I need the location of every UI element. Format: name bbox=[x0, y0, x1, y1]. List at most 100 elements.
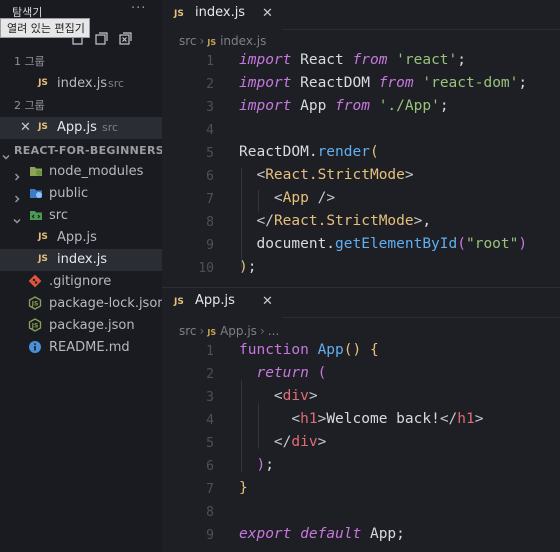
tree-item-node-modules[interactable]: node_modules bbox=[0, 161, 162, 183]
tree-item-app-js[interactable]: JS App.js bbox=[0, 227, 162, 249]
tree-item-label: App.js bbox=[57, 230, 97, 245]
code-line: import App from './App'; bbox=[239, 98, 449, 114]
breadcrumb-folder[interactable]: src bbox=[179, 324, 197, 338]
chevron-right-icon bbox=[13, 167, 21, 181]
line-number: 5 bbox=[206, 146, 214, 161]
explorer-sidebar: 탐색기 ··· 열려 있는 편집기 1 그룹 JS index.js src 2… bbox=[0, 0, 162, 552]
tree-item-gitignore[interactable]: .gitignore bbox=[0, 271, 162, 293]
code-token: ) bbox=[256, 457, 266, 473]
breadcrumb-folder[interactable]: src bbox=[179, 34, 197, 48]
project-name: REACT-FOR-BEGINNERS bbox=[14, 144, 162, 157]
breadcrumb: src › JS App.js ›... bbox=[162, 320, 560, 342]
line-number: 2 bbox=[206, 367, 214, 382]
code-token: > bbox=[308, 388, 318, 404]
code-token: </ bbox=[273, 434, 292, 450]
js-file-icon: JS bbox=[38, 122, 48, 132]
tree-item-package-json[interactable]: JS package.json bbox=[0, 315, 162, 337]
line-number: 10 bbox=[198, 261, 214, 276]
js-file-icon: JS bbox=[174, 9, 184, 19]
code-token: < bbox=[291, 411, 301, 427]
code-token: React bbox=[291, 52, 353, 68]
code-line: ); bbox=[239, 457, 273, 473]
tree-item-readme-md[interactable]: README.md bbox=[0, 337, 162, 359]
code-line: </div> bbox=[239, 434, 326, 450]
code-token: , bbox=[422, 213, 432, 229]
breadcrumb-separator: › bbox=[259, 324, 265, 338]
git-icon bbox=[28, 274, 42, 288]
line-number: 8 bbox=[206, 215, 214, 230]
code-token: ) bbox=[518, 236, 528, 252]
code-token: < bbox=[256, 167, 266, 183]
svg-text:JS: JS bbox=[31, 323, 39, 330]
editor-2-tabbar: JS App.js ✕ bbox=[162, 288, 560, 318]
save-all-icon[interactable] bbox=[94, 31, 109, 46]
code-token: return bbox=[256, 365, 309, 381]
code-token: < bbox=[273, 388, 283, 404]
code-line: <div> bbox=[239, 388, 318, 404]
open-editor-folder: src bbox=[108, 77, 125, 90]
chevron-right-icon bbox=[13, 189, 21, 203]
code-token: ; bbox=[439, 98, 449, 114]
open-editor-index-js[interactable]: JS index.js src bbox=[0, 73, 162, 95]
breadcrumb-more[interactable]: ... bbox=[268, 324, 279, 338]
close-editor-icon[interactable]: ✕ bbox=[20, 117, 31, 139]
breadcrumb-file[interactable]: App.js bbox=[220, 324, 257, 338]
line-number: 6 bbox=[206, 169, 214, 184]
code-token: App bbox=[291, 98, 336, 114]
line-number: 1 bbox=[206, 54, 214, 69]
tree-item-label: node_modules bbox=[49, 164, 144, 179]
code-token: './App' bbox=[378, 98, 440, 114]
code-line: } bbox=[239, 480, 248, 496]
breadcrumb-separator: › bbox=[199, 34, 205, 48]
js-file-icon: JS bbox=[38, 254, 48, 264]
code-token: "root" bbox=[465, 236, 519, 252]
line-number: 5 bbox=[206, 436, 214, 451]
code-token: </ bbox=[439, 411, 458, 427]
code-token: App bbox=[317, 342, 344, 358]
project-section-header[interactable]: REACT-FOR-BEGINNERS bbox=[0, 140, 162, 162]
code-token: getElementById bbox=[335, 236, 458, 252]
code-token: > bbox=[317, 434, 327, 450]
tab-app-js[interactable]: JS App.js ✕ bbox=[162, 288, 282, 318]
breadcrumb: src › JS index.js bbox=[162, 30, 560, 52]
code-line: <h1>Welcome back!</h1> bbox=[239, 411, 483, 427]
code-token: App bbox=[282, 190, 309, 206]
code-token: import bbox=[239, 98, 292, 114]
code-token: ( bbox=[369, 144, 379, 160]
code-token: < bbox=[273, 190, 283, 206]
tree-item-package-lock-json[interactable]: JS package-lock.json bbox=[0, 293, 162, 315]
code-token: render bbox=[317, 144, 370, 160]
code-token: from bbox=[378, 75, 414, 91]
code-token: /> bbox=[308, 190, 336, 206]
tree-item-src[interactable]: src bbox=[0, 205, 162, 227]
code-token: from bbox=[335, 98, 370, 114]
code-token: import bbox=[239, 52, 292, 68]
tab-label: App.js bbox=[195, 293, 235, 308]
close-tab-icon[interactable]: ✕ bbox=[262, 6, 273, 21]
tree-item-public[interactable]: public bbox=[0, 183, 162, 205]
code-token: 'react' bbox=[396, 52, 458, 68]
line-number: 9 bbox=[206, 528, 214, 543]
close-all-icon[interactable] bbox=[118, 31, 133, 46]
close-tab-icon[interactable]: ✕ bbox=[262, 294, 273, 309]
code-token: > bbox=[404, 167, 414, 183]
tab-index-js[interactable]: JS index.js ✕ bbox=[162, 0, 282, 30]
line-number: 4 bbox=[206, 413, 214, 428]
breadcrumb-file[interactable]: index.js bbox=[220, 34, 266, 48]
code-line: function App() { bbox=[239, 342, 379, 358]
tree-item-index-js[interactable]: JS index.js bbox=[0, 249, 162, 271]
js-file-icon: JS bbox=[38, 78, 48, 88]
js-file-icon: JS bbox=[38, 232, 48, 242]
open-editor-app-js[interactable]: ✕ JS App.js src bbox=[0, 117, 162, 139]
tree-item-label: package-lock.json bbox=[49, 296, 162, 311]
tab-label: index.js bbox=[195, 5, 246, 20]
js-file-icon: JS bbox=[207, 328, 217, 337]
indent-guide bbox=[241, 380, 242, 472]
js-file-icon: JS bbox=[174, 297, 184, 307]
code-line: ReactDOM.render( bbox=[239, 144, 379, 160]
more-actions-icon[interactable]: ··· bbox=[131, 1, 146, 16]
code-token: </ bbox=[256, 213, 274, 229]
